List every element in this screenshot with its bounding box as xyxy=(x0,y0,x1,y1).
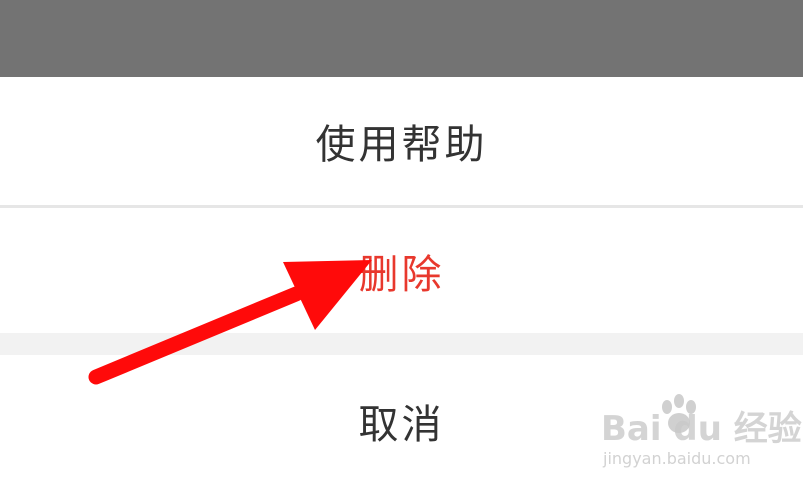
cancel-label: 取消 xyxy=(358,402,445,448)
screen: 使用帮助 删除 取消 Bai du 经验 jingyan.baidu.com xyxy=(0,0,803,487)
help-button[interactable]: 使用帮助 xyxy=(0,77,803,205)
section-gap xyxy=(0,333,803,355)
dimmed-overlay[interactable] xyxy=(0,0,803,77)
help-label: 使用帮助 xyxy=(315,122,488,168)
delete-button[interactable]: 删除 xyxy=(0,208,803,333)
delete-label: 删除 xyxy=(358,251,445,298)
action-sheet: 使用帮助 删除 取消 xyxy=(0,77,803,487)
cancel-button[interactable]: 取消 xyxy=(0,355,803,487)
